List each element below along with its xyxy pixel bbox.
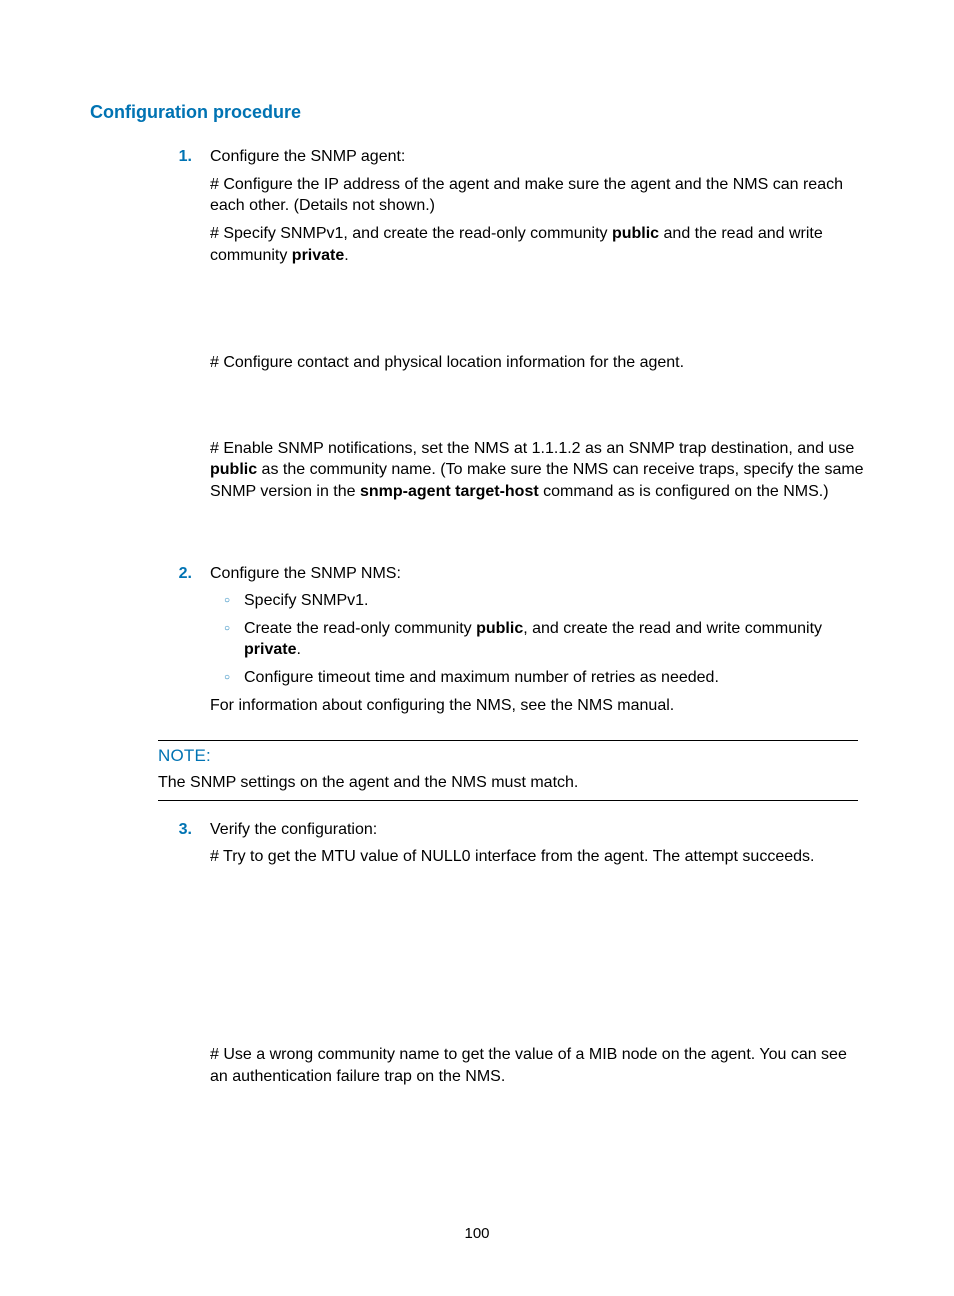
sub-text: Specify SNMPv1. (244, 590, 864, 612)
bold-private: private (292, 247, 344, 264)
text: . (344, 247, 348, 264)
document-page: Configuration procedure 1. Configure the… (0, 0, 954, 1296)
step-1-p2: # Specify SNMPv1, and create the read-on… (210, 223, 864, 266)
step-3-body: Verify the configuration: # Try to get t… (210, 819, 864, 1093)
spacer (210, 509, 864, 557)
bold-public: public (612, 225, 659, 242)
spacer (210, 874, 864, 1044)
step-1-body: Configure the SNMP agent: # Configure th… (210, 146, 864, 556)
circle-bullet-icon: ○ (210, 618, 244, 661)
bold-private: private (244, 641, 296, 658)
text: Create the read-only community (244, 620, 476, 637)
step-1: 1. Configure the SNMP agent: # Configure… (90, 146, 864, 556)
circle-bullet-icon: ○ (210, 667, 244, 689)
step-3: 3. Verify the configuration: # Try to ge… (90, 819, 864, 1093)
text: # Specify SNMPv1, and create the read-on… (210, 225, 612, 242)
sub-text: Create the read-only community public, a… (244, 618, 864, 661)
step-2-marker: 2. (90, 563, 210, 723)
note-label: NOTE: (158, 745, 858, 768)
sub-text: Configure timeout time and maximum numbe… (244, 667, 864, 689)
step-2-body: Configure the SNMP NMS: ○ Specify SNMPv1… (210, 563, 864, 723)
step-1-p1: # Configure the IP address of the agent … (210, 174, 864, 217)
step-1-p3: # Configure contact and physical locatio… (210, 352, 864, 374)
page-number: 100 (0, 1224, 954, 1244)
sub-item-3: ○ Configure timeout time and maximum num… (210, 667, 864, 689)
step-3-p1: # Try to get the MTU value of NULL0 inte… (210, 846, 864, 868)
text: # Enable SNMP notifications, set the NMS… (210, 440, 854, 457)
note-body: The SNMP settings on the agent and the N… (158, 772, 858, 794)
step-2: 2. Configure the SNMP NMS: ○ Specify SNM… (90, 563, 864, 723)
bold-public: public (476, 620, 523, 637)
step-1-marker: 1. (90, 146, 210, 556)
bold-target-host: snmp-agent target-host (360, 483, 539, 500)
circle-bullet-icon: ○ (210, 590, 244, 612)
sub-item-2: ○ Create the read-only community public,… (210, 618, 864, 661)
text: . (296, 641, 300, 658)
sub-item-1: ○ Specify SNMPv1. (210, 590, 864, 612)
spacer (210, 380, 864, 438)
spacer (210, 272, 864, 352)
step-1-title: Configure the SNMP agent: (210, 146, 864, 168)
step-3-marker: 3. (90, 819, 210, 1093)
step-2-title: Configure the SNMP NMS: (210, 563, 864, 585)
section-heading: Configuration procedure (90, 100, 864, 124)
step-2-after: For information about configuring the NM… (210, 695, 864, 717)
note-box: NOTE: The SNMP settings on the agent and… (158, 740, 858, 801)
step-3-p2: # Use a wrong community name to get the … (210, 1044, 864, 1087)
step-1-p4: # Enable SNMP notifications, set the NMS… (210, 438, 864, 503)
step-2-sublist: ○ Specify SNMPv1. ○ Create the read-only… (210, 590, 864, 688)
bold-public: public (210, 461, 257, 478)
text: , and create the read and write communit… (523, 620, 822, 637)
step-3-title: Verify the configuration: (210, 819, 864, 841)
text: command as is configured on the NMS.) (539, 483, 829, 500)
